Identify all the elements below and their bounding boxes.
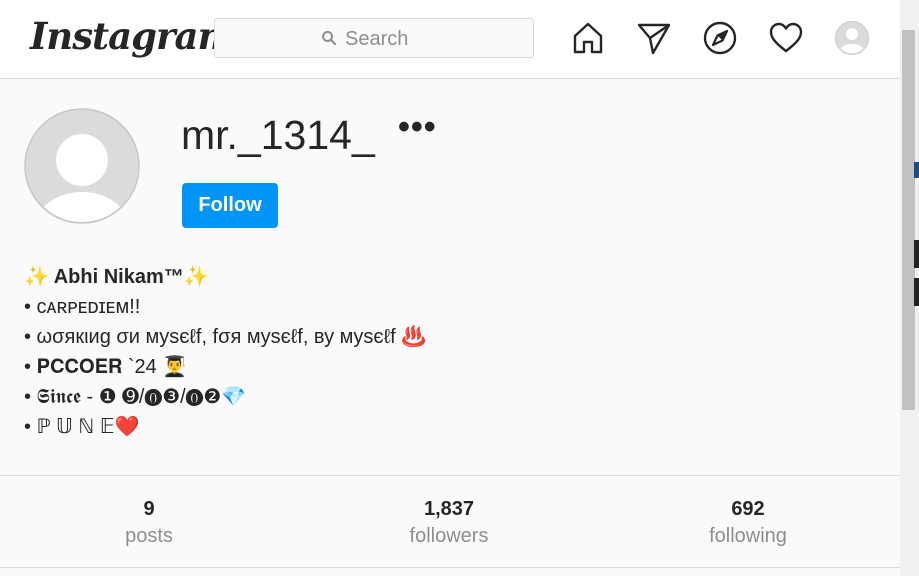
stat-posts: 9 posts bbox=[49, 496, 249, 550]
profile-avatar[interactable] bbox=[24, 108, 140, 224]
top-nav-bar: Instagram bbox=[0, 0, 900, 79]
follow-button[interactable]: Follow bbox=[182, 183, 278, 228]
stat-followers[interactable]: 1,837 followers bbox=[349, 496, 549, 550]
stats-top-divider bbox=[0, 475, 900, 476]
home-icon[interactable] bbox=[570, 20, 606, 56]
profile-username: mr._1314_ bbox=[181, 112, 375, 158]
direct-message-icon[interactable] bbox=[636, 20, 672, 56]
bio-line: • ℙ 𝕌 ℕ 𝔼❤️ bbox=[24, 416, 140, 438]
bio-line: • ωσякιиg σи мyѕєℓf, fσя мyѕєℓf, ву мyѕє… bbox=[24, 326, 427, 348]
stat-label: following bbox=[709, 525, 787, 547]
window-edge-accent bbox=[914, 240, 919, 268]
stat-value: 692 bbox=[731, 498, 765, 520]
search-icon bbox=[321, 30, 337, 51]
stat-label: posts bbox=[125, 525, 173, 547]
bio-line: • 𝐏𝐂𝐂𝐎𝐄𝐑 `24 👨‍🎓 bbox=[24, 356, 188, 378]
search-input[interactable] bbox=[343, 25, 517, 53]
stats-bottom-divider bbox=[0, 567, 900, 568]
instagram-logo[interactable]: Instagram bbox=[30, 14, 237, 58]
bio-line: • 𝕾𝖎𝖓𝖈𝖊 - ❶ ➒/⓿❸/⓿❷💎 bbox=[24, 386, 247, 408]
window-edge-accent bbox=[914, 278, 919, 306]
stat-value: 1,837 bbox=[423, 498, 475, 520]
stat-label: followers bbox=[409, 525, 489, 547]
search-box[interactable] bbox=[214, 18, 534, 58]
activity-heart-icon[interactable] bbox=[768, 20, 804, 56]
scrollbar-thumb[interactable] bbox=[902, 30, 915, 410]
explore-compass-icon[interactable] bbox=[702, 20, 738, 56]
stat-following[interactable]: 692 following bbox=[648, 496, 848, 550]
bio-line: • ᴄᴀʀᴘᴇᴅɪᴇᴍ!! bbox=[24, 296, 141, 318]
window-edge-accent bbox=[914, 162, 919, 178]
profile-avatar-icon[interactable] bbox=[834, 20, 870, 56]
profile-bio: ✨ Abhi Nikam™✨ • ᴄᴀʀᴘᴇᴅɪᴇᴍ!! • ωσякιиg σ… bbox=[24, 262, 426, 442]
bio-name-line: ✨ Abhi Nikam™✨ bbox=[24, 266, 209, 288]
stat-value: 9 bbox=[143, 498, 155, 520]
more-options-icon[interactable]: ••• bbox=[398, 108, 437, 147]
